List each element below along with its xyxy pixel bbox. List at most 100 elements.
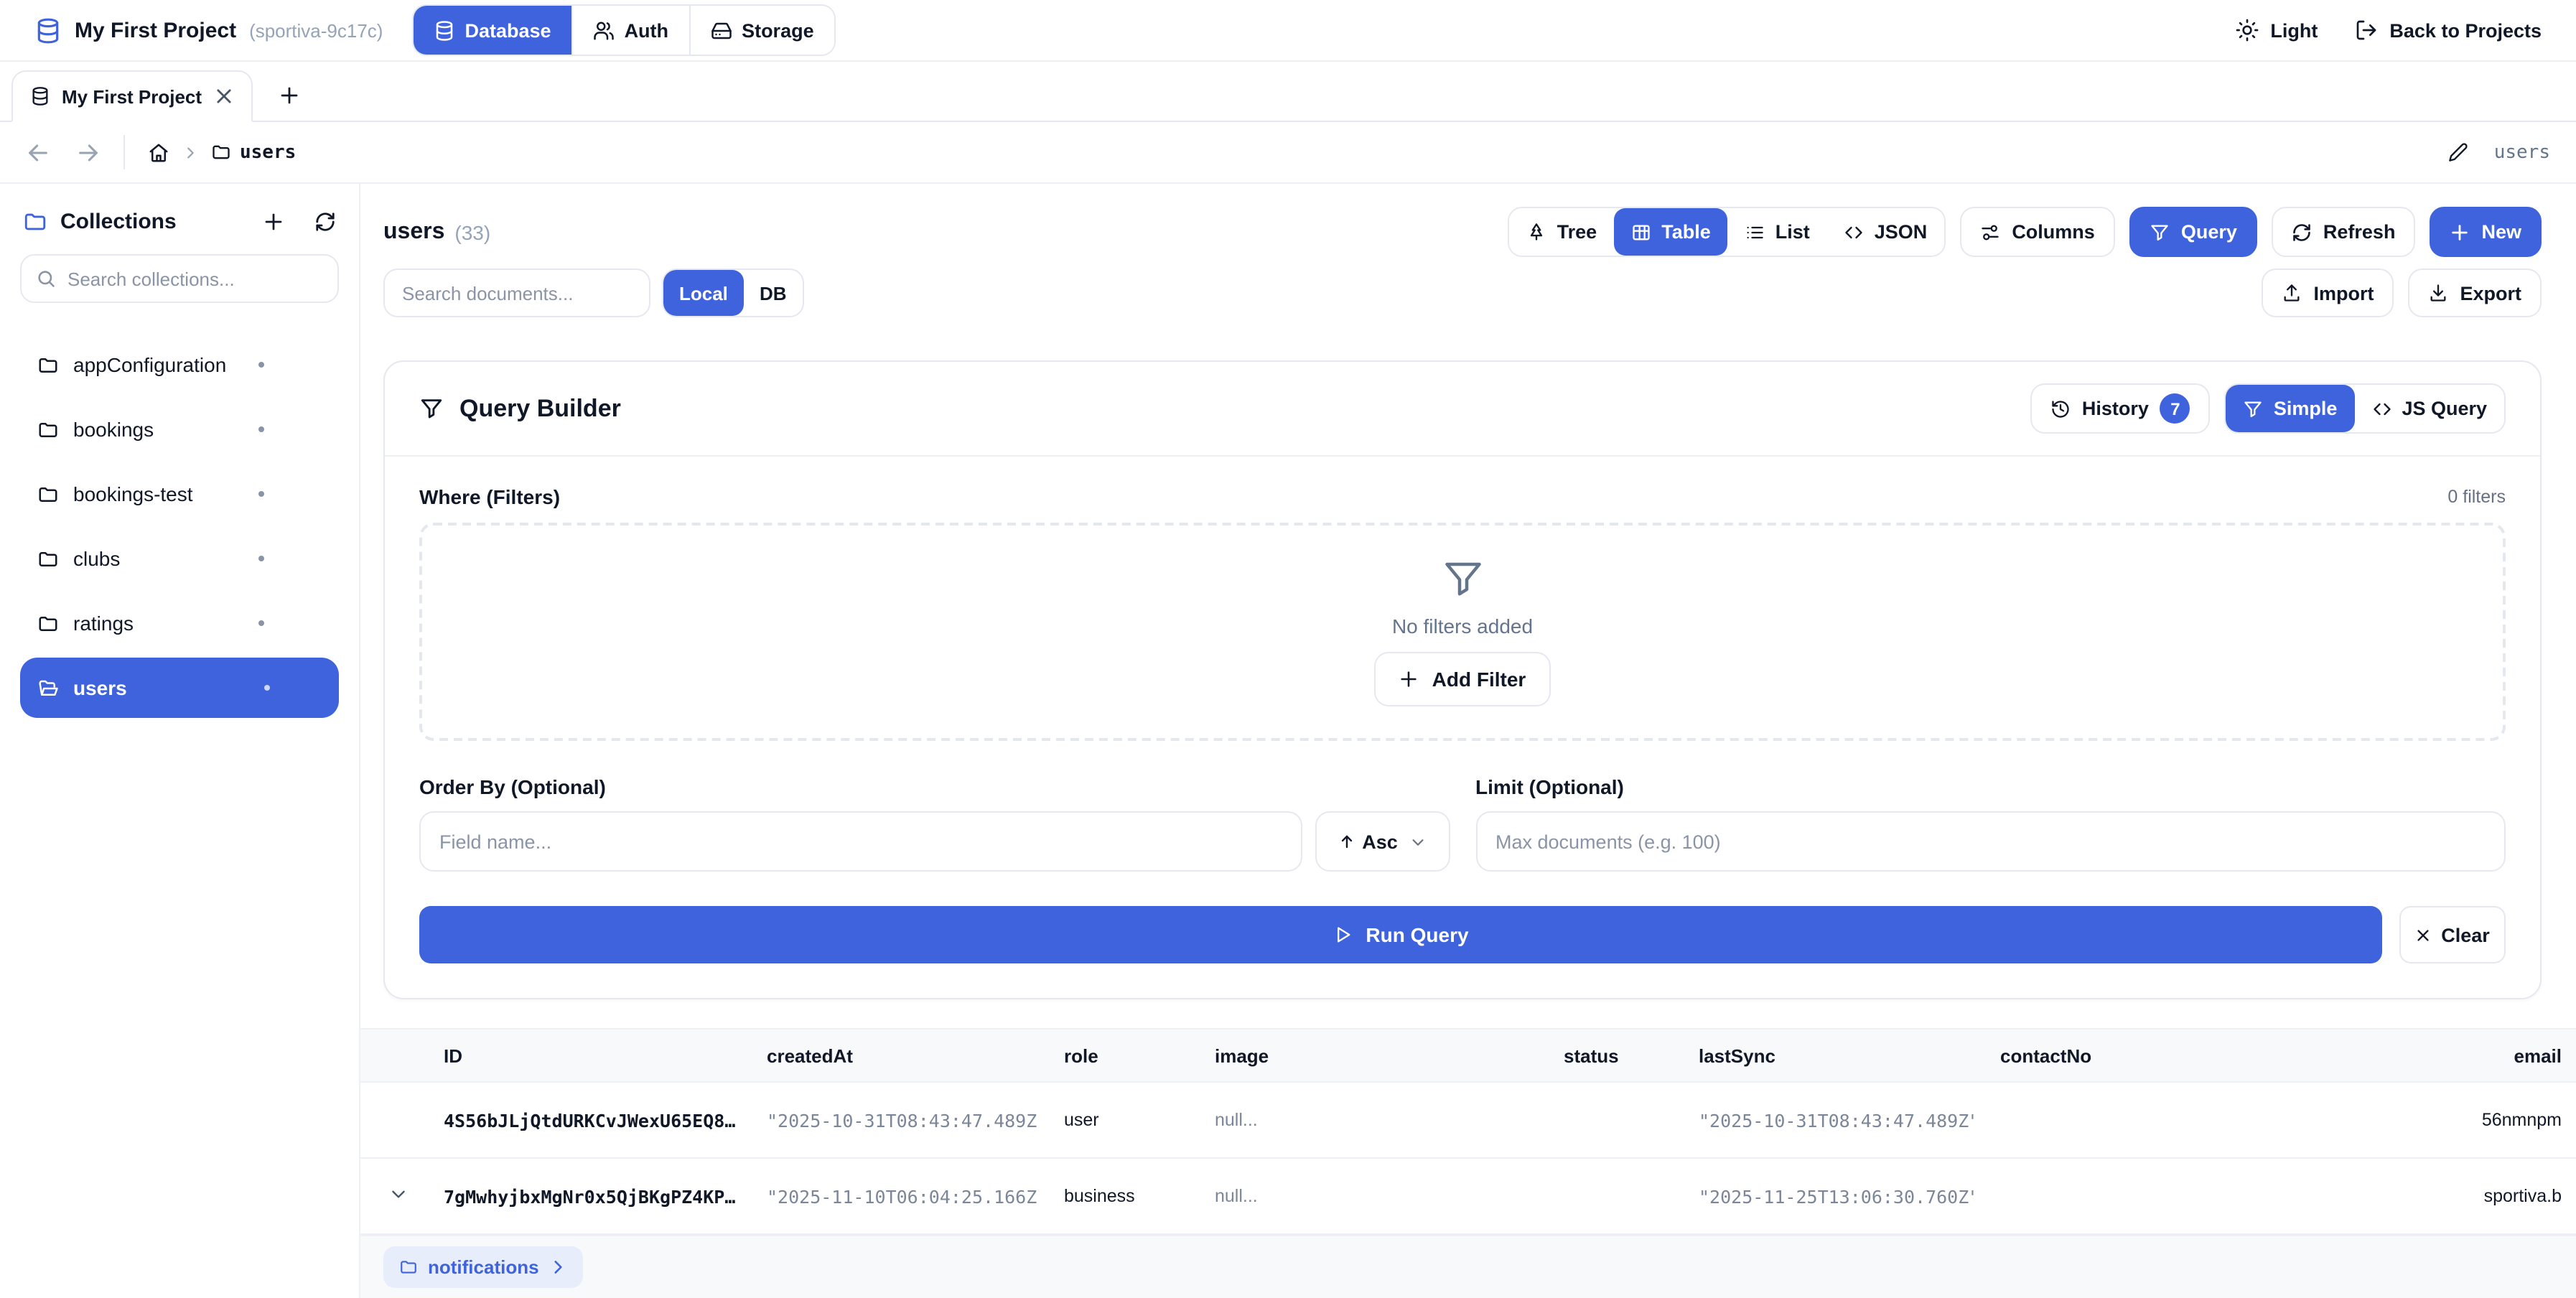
columns-button[interactable]: Columns: [1960, 207, 2115, 257]
view-table-button[interactable]: Table: [1614, 208, 1728, 256]
collection-search-input[interactable]: [67, 268, 323, 289]
home-icon[interactable]: [148, 141, 169, 163]
divider: [123, 135, 125, 169]
view-json-button[interactable]: JSON: [1827, 208, 1945, 256]
status-dot: [258, 556, 264, 561]
chevron-down-icon: [1411, 834, 1427, 849]
upload-icon: [2282, 283, 2302, 303]
collection-header: users (33) Tree Table: [360, 184, 2576, 257]
forward-arrow-icon[interactable]: [76, 140, 101, 164]
view-json-label: JSON: [1875, 221, 1928, 243]
query-builder-actions: History 7 Simple JS Query: [2030, 383, 2506, 434]
sidebar-item-bookings-test[interactable]: bookings-test: [20, 464, 339, 524]
table-icon: [1631, 222, 1651, 242]
order-by-field-input[interactable]: [439, 831, 1282, 852]
source-local-button[interactable]: Local: [663, 270, 744, 316]
table-row[interactable]: 4S56bJLjQtdURKCvJWexU65EQ8… "2025-10-31T…: [360, 1083, 2576, 1159]
nav-auth[interactable]: Auth: [573, 6, 691, 55]
import-button[interactable]: Import: [2262, 269, 2394, 317]
export-button[interactable]: Export: [2408, 269, 2542, 317]
sub-toolbar: Local DB Import Export: [360, 257, 2576, 317]
sliders-icon: [1980, 222, 2000, 242]
sidebar-item-label: users: [73, 676, 127, 699]
add-collection-button[interactable]: [263, 211, 284, 233]
x-icon: [2415, 927, 2431, 943]
sidebar-item-clubs[interactable]: clubs: [20, 528, 339, 589]
code-icon: [1844, 222, 1865, 242]
view-list-button[interactable]: List: [1728, 208, 1827, 256]
pencil-icon[interactable]: [2448, 142, 2468, 162]
back-arrow-icon[interactable]: [26, 140, 50, 164]
folder-icon: [37, 548, 59, 569]
users-icon: [593, 19, 615, 41]
chevron-down-icon[interactable]: [389, 1185, 408, 1203]
query-builder-title: Query Builder: [419, 394, 621, 423]
cell-role: business: [1038, 1186, 1189, 1206]
back-to-projects-button[interactable]: Back to Projects: [2355, 19, 2542, 42]
sidebar-item-label: clubs: [73, 547, 120, 570]
subcollection-chip-notifications[interactable]: notifications: [383, 1246, 584, 1288]
folder-icon: [399, 1258, 418, 1276]
view-tree-button[interactable]: Tree: [1510, 208, 1615, 256]
source-db-button[interactable]: DB: [744, 270, 803, 316]
cell-lastsync: "2025-11-25T13:06:30.760Z"...: [1673, 1185, 1974, 1207]
folder-icon: [211, 142, 231, 162]
subcollections-bar: notifications: [360, 1235, 2576, 1298]
refresh-collections-button[interactable]: [314, 211, 336, 233]
cell-email: sportiva.b: [2434, 1186, 2576, 1206]
new-document-button[interactable]: New: [2430, 207, 2542, 257]
history-clock-icon: [2050, 398, 2071, 419]
breadcrumb-collection[interactable]: users: [211, 141, 296, 163]
nav-database-label: Database: [465, 19, 551, 41]
query-button[interactable]: Query: [2129, 207, 2257, 257]
mode-js-query-button[interactable]: JS Query: [2354, 385, 2504, 432]
cell-id: 4S56bJLjQtdURKCvJWexU65EQ8…: [418, 1109, 741, 1131]
sidebar-item-label: appConfiguration: [73, 353, 226, 376]
add-filter-button[interactable]: Add Filter: [1375, 652, 1551, 706]
document-search: [383, 269, 650, 317]
hard-drive-icon: [710, 19, 732, 41]
query-builder-title-label: Query Builder: [459, 394, 621, 423]
history-button[interactable]: History 7: [2030, 383, 2211, 434]
sidebar-item-users[interactable]: users: [20, 658, 339, 718]
theme-toggle-button[interactable]: Light: [2236, 19, 2318, 42]
query-mode-switcher: Simple JS Query: [2225, 383, 2506, 434]
project-tab[interactable]: My First Project: [11, 70, 252, 122]
sidebar-item-appconfiguration[interactable]: appConfiguration: [20, 335, 339, 395]
limit-input[interactable]: [1495, 831, 2486, 852]
mode-simple-button[interactable]: Simple: [2226, 385, 2355, 432]
current-doc-id: users: [2494, 141, 2550, 163]
export-label: Export: [2460, 282, 2521, 304]
cell-image: null...: [1189, 1110, 1538, 1130]
folder-open-icon: [37, 677, 59, 699]
status-dot: [258, 426, 264, 432]
sidebar-item-bookings[interactable]: bookings: [20, 399, 339, 459]
close-icon[interactable]: [213, 86, 233, 106]
table-row[interactable]: 7gMwhyjbxMgNr0x5QjBKgPZ4KP… "2025-11-10T…: [360, 1159, 2576, 1235]
nav-database[interactable]: Database: [413, 6, 572, 55]
main-panel: users (33) Tree Table: [360, 184, 2576, 1298]
add-filter-label: Add Filter: [1432, 668, 1526, 691]
document-search-input[interactable]: [402, 282, 632, 304]
clear-query-button[interactable]: Clear: [2399, 906, 2506, 963]
database-icon: [433, 19, 454, 41]
status-dot: [258, 491, 264, 497]
log-out-icon: [2355, 19, 2378, 42]
column-header-status: status: [1538, 1045, 1673, 1066]
view-switcher: Tree Table List JSON: [1508, 207, 1946, 257]
refresh-button[interactable]: Refresh: [2272, 207, 2416, 257]
nav-storage[interactable]: Storage: [690, 6, 834, 55]
new-tab-button[interactable]: [278, 85, 299, 106]
folder-icon: [37, 483, 59, 505]
breadcrumb-collection-label: users: [240, 141, 296, 163]
database-icon: [30, 86, 50, 106]
filters-empty-state: No filters added Add Filter: [419, 523, 2506, 741]
where-label: Where (Filters): [419, 485, 560, 508]
run-query-button[interactable]: Run Query: [419, 906, 2382, 963]
sort-direction-select[interactable]: Asc: [1315, 811, 1450, 872]
sidebar-item-ratings[interactable]: ratings: [20, 593, 339, 653]
folder-icon: [37, 419, 59, 440]
collections-sidebar: Collections appConfiguration: [0, 184, 360, 1298]
sidebar-header: Collections: [20, 210, 339, 234]
refresh-label: Refresh: [2323, 221, 2396, 243]
